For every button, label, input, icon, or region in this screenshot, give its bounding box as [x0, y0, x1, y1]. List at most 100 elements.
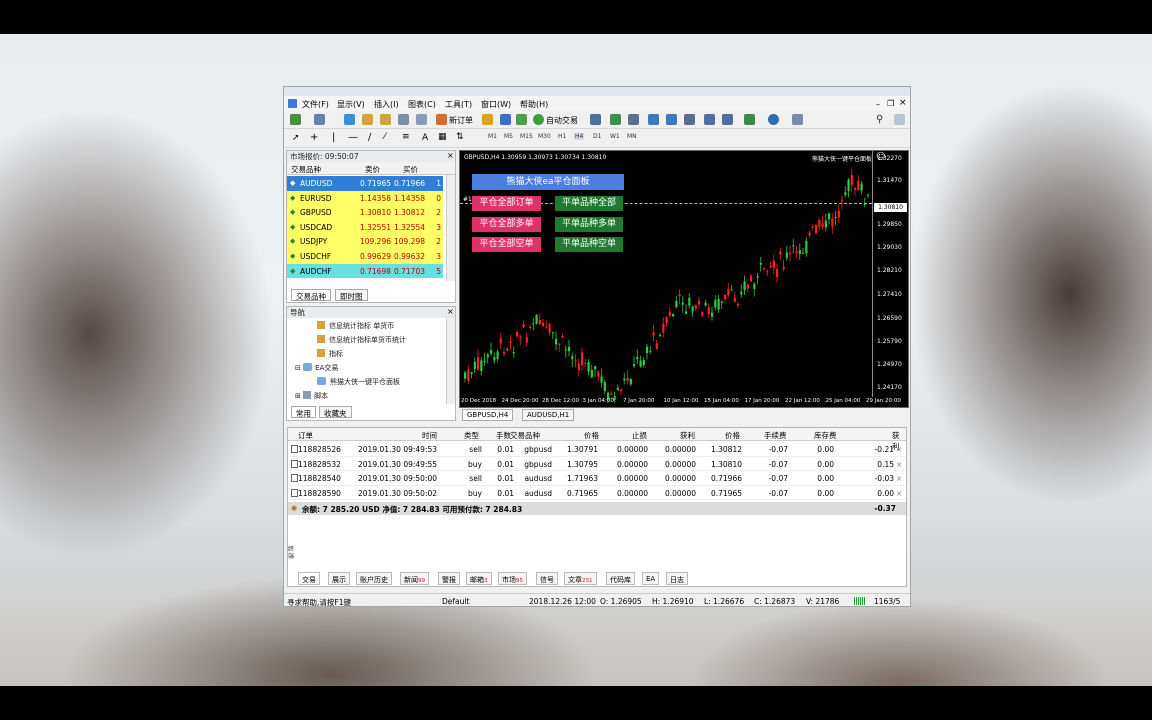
cursor-icon[interactable]: ➚ [292, 133, 300, 143]
menu-charts[interactable]: 图表(C) [408, 99, 436, 110]
market-watch-row[interactable]: ◆ USDCHF 0.99629 0.99632 3 [287, 249, 443, 264]
market-watch-icon[interactable] [344, 114, 355, 125]
terminal-tab[interactable]: 警报 [438, 572, 460, 585]
auto-scroll-icon[interactable] [722, 114, 733, 125]
col-symbol[interactable]: 交易品种 [510, 430, 540, 441]
timeframe-h1[interactable]: H1 [558, 133, 566, 140]
new-order-icon[interactable] [436, 114, 447, 125]
close-order-icon[interactable]: × [896, 489, 902, 498]
col-price2[interactable]: 价格 [725, 430, 740, 441]
market-watch-row[interactable]: ◆ USDCAD 1.32551 1.32554 3 [287, 219, 443, 235]
templates-icon[interactable] [792, 114, 803, 125]
order-row[interactable]: 118828590 2019.01.30 09:50:02 buy 0.01 audus… [288, 486, 906, 501]
col-bid[interactable]: 卖价 [365, 164, 380, 175]
terminal-tab[interactable]: 账户历史 [356, 572, 392, 585]
col-lots[interactable]: 手数 [496, 430, 511, 441]
col-time[interactable]: 时间 [422, 430, 437, 441]
tab-favorites[interactable]: 收藏夹 [319, 406, 352, 418]
timeframe-m1[interactable]: M1 [488, 133, 497, 140]
nav-item-indicator-2[interactable]: 信息统计指标单货币统计 [317, 335, 406, 345]
menu-tools[interactable]: 工具(T) [445, 99, 472, 110]
terminal-tab[interactable]: 新闻99 [400, 572, 429, 585]
ea-close-button[interactable]: 平仓全部空单 [472, 237, 541, 252]
meta-editor-icon[interactable] [482, 114, 493, 125]
horizontal-line-icon[interactable]: — [348, 132, 358, 143]
periods-icon[interactable] [768, 114, 779, 125]
nav-item-indicators[interactable]: 指标 [317, 349, 343, 359]
nav-item-indicator-1[interactable]: 信息统计指标 单货币 [317, 321, 394, 331]
timeframe-w1[interactable]: W1 [610, 133, 620, 140]
terminal-tab[interactable]: 邮箱3 [466, 572, 492, 585]
order-row[interactable]: 118828532 2019.01.30 09:49:55 buy 0.01 gbpus… [288, 457, 906, 472]
market-watch-row[interactable]: ◆ EURUSD 1.14358 1.14358 0 [287, 190, 443, 206]
crosshair-icon[interactable]: + [310, 132, 318, 143]
market-watch-scrollbar[interactable] [446, 175, 455, 281]
candlestick-icon[interactable] [610, 114, 621, 125]
profiles-icon[interactable] [314, 114, 325, 125]
tab-tick-chart[interactable]: 即时图 [335, 289, 368, 301]
tab-symbols[interactable]: 交易品种 [291, 289, 331, 301]
tester-icon[interactable] [416, 114, 427, 125]
label-icon[interactable]: ▦ [438, 132, 447, 142]
close-order-icon[interactable]: × [896, 474, 902, 483]
market-watch-row[interactable]: ◆ AUDCHF 0.71698 0.71703 5 [287, 263, 443, 279]
market-watch-row[interactable]: ◆ AUDUSD 0.71965 0.71966 1 [287, 176, 443, 191]
terminal-icon[interactable] [398, 114, 409, 125]
order-row[interactable]: 118828526 2019.01.30 09:49:53 sell 0.01 gbpu… [288, 442, 906, 457]
chart-tab-audusd[interactable]: AUDUSD,H1 [522, 409, 575, 421]
vertical-line-icon[interactable]: | [332, 132, 335, 143]
nav-item-ea-panel[interactable]: 熊猫大侠一键平仓面板 [317, 377, 400, 387]
col-swap[interactable]: 库存费 [814, 430, 837, 441]
restore-icon[interactable]: ❐ [887, 99, 894, 108]
ea-close-button[interactable]: 平仓全部多单 [472, 216, 541, 232]
navigator-scrollbar[interactable] [446, 318, 455, 404]
col-sl[interactable]: 止损 [632, 430, 647, 441]
order-row[interactable]: 118828540 2019.01.30 09:50:00 sell 0.01 audu… [288, 471, 906, 486]
col-order[interactable]: 订单 [298, 430, 313, 441]
text-icon[interactable]: A [422, 133, 428, 143]
options-icon[interactable] [500, 114, 511, 125]
status-profile[interactable]: Default [442, 597, 469, 606]
data-window-icon[interactable] [362, 114, 373, 125]
col-ask[interactable]: 买价 [403, 164, 418, 175]
minimize-icon[interactable]: – [876, 100, 880, 109]
zoom-out-icon[interactable] [666, 114, 677, 125]
nav-item-scripts[interactable]: ⊞ 脚本 [295, 391, 328, 401]
chart-shift-icon[interactable] [704, 114, 715, 125]
timeframe-d1[interactable]: D1 [593, 133, 601, 140]
navigator-icon[interactable] [380, 114, 391, 125]
tab-common[interactable]: 常用 [291, 406, 316, 418]
close-order-icon[interactable]: × [896, 460, 902, 469]
terminal-tab[interactable]: 信号 [536, 572, 558, 585]
timeframe-mn[interactable]: MN [627, 133, 637, 140]
menu-window[interactable]: 窗口(W) [481, 99, 511, 110]
signals-icon[interactable] [516, 114, 527, 125]
new-chart-icon[interactable] [290, 114, 301, 125]
timeframe-m30[interactable]: M30 [538, 133, 551, 140]
market-watch-row[interactable]: ◆ GBPUSD 1.30810 1.30812 2 [287, 205, 443, 220]
terminal-tab[interactable]: 日志 [666, 572, 688, 585]
auto-trading-icon[interactable] [533, 114, 544, 125]
line-chart-icon[interactable] [628, 114, 639, 125]
auto-trading-button[interactable]: 自动交易 [546, 115, 578, 126]
panel-close-icon[interactable]: × [447, 307, 454, 316]
menu-insert[interactable]: 插入(I) [374, 99, 399, 110]
ea-close-button[interactable]: 平单品种多单 [555, 216, 623, 232]
terminal-tab[interactable]: 市场95 [498, 572, 527, 585]
col-commission[interactable]: 手续费 [764, 430, 787, 441]
close-icon[interactable]: × [899, 98, 907, 108]
col-price[interactable]: 价格 [584, 430, 599, 441]
community-icon[interactable] [894, 114, 905, 125]
ea-close-button[interactable]: 平仓全部订单 [472, 196, 541, 211]
terminal-tab[interactable]: 交易 [298, 572, 320, 585]
col-symbol[interactable]: 交易品种 [291, 164, 321, 175]
chart-tab-gbpusd[interactable]: GBPUSD,H4 [462, 409, 514, 421]
terminal-tab[interactable]: 展示 [328, 572, 350, 585]
zoom-in-icon[interactable] [648, 114, 659, 125]
col-type[interactable]: 类型 [464, 430, 479, 441]
col-tp[interactable]: 获利 [680, 430, 695, 441]
menu-help[interactable]: 帮助(H) [520, 99, 548, 110]
terminal-tab[interactable]: 文章231 [564, 572, 597, 585]
tile-windows-icon[interactable] [684, 114, 695, 125]
timeframe-m15[interactable]: M15 [520, 133, 533, 140]
